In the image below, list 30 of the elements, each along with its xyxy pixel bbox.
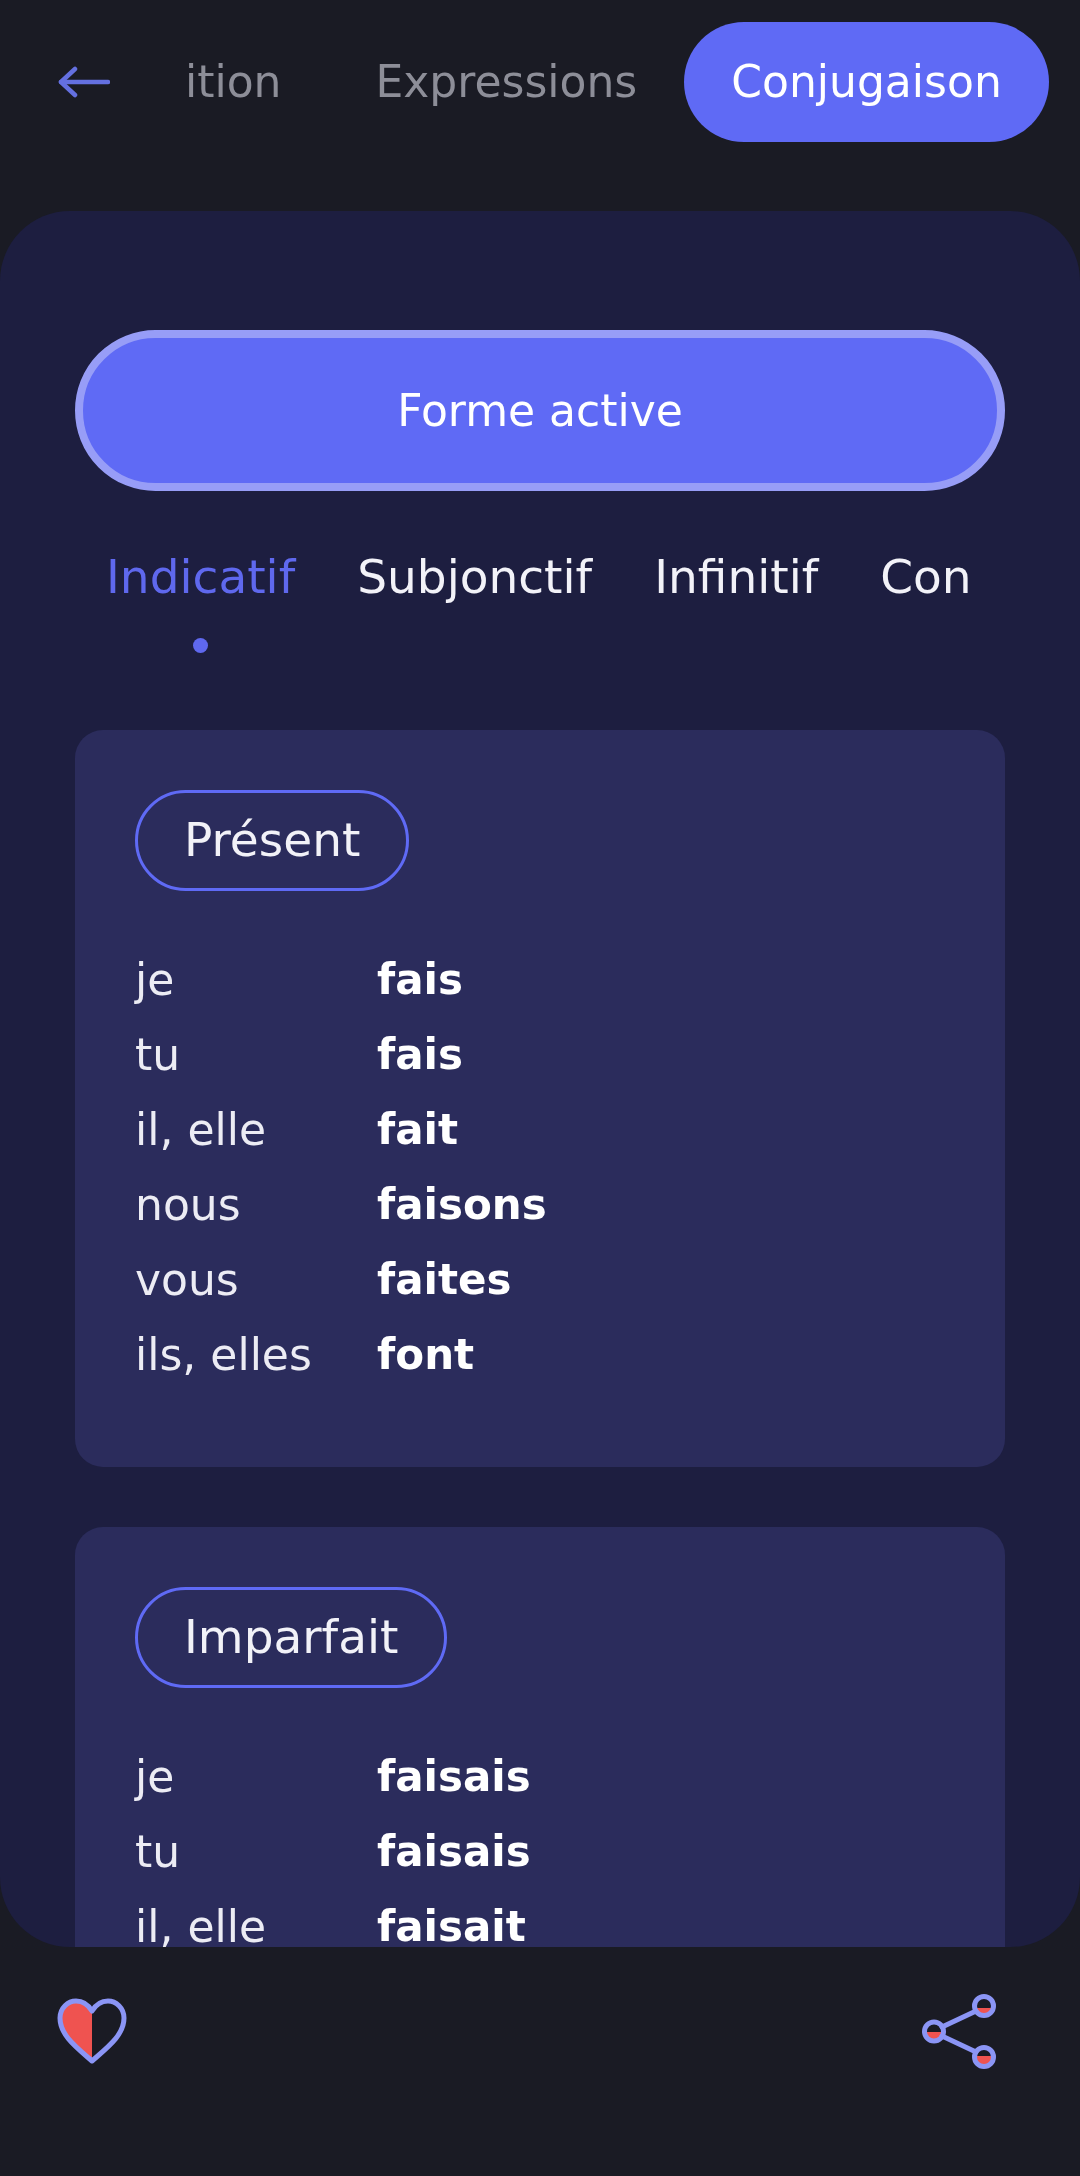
mood-tab[interactable]: Infinitif <box>623 549 850 605</box>
section-tab[interactable]: Conjugaison <box>684 22 1049 142</box>
pronoun-text: ils, elles <box>135 1330 312 1379</box>
mood-tab[interactable]: Indicatif <box>75 549 327 653</box>
verb-form-text: faisait <box>377 1902 526 1947</box>
pronoun-text: je <box>135 1752 175 1801</box>
verb-form-text: faites <box>377 1255 512 1304</box>
verb-form-text: font <box>377 1330 475 1379</box>
tense-heading: Imparfait <box>135 1587 448 1688</box>
share-icon <box>921 1992 997 2070</box>
verb-form-text: fais <box>377 955 463 1004</box>
verb-form-text: faisons <box>377 1180 547 1229</box>
pronoun-text: nous <box>135 1180 241 1229</box>
pronoun-text: tu <box>135 1030 181 1079</box>
mood-tab[interactable]: Con <box>849 549 1003 605</box>
heart-icon <box>56 1996 128 2066</box>
verb-form-text: faisais <box>377 1752 531 1801</box>
pronoun-text: il, elle <box>135 1902 266 1947</box>
pronoun-text: il, elle <box>135 1105 266 1154</box>
tense-heading: Présent <box>135 790 410 891</box>
voice-button[interactable]: Forme active <box>75 330 1005 491</box>
mood-tab[interactable]: Subjonctif <box>326 549 624 605</box>
section-tab[interactable]: ition <box>138 22 329 142</box>
verb-form-text: faisais <box>377 1827 531 1876</box>
verb-form-text: fais <box>377 1030 463 1079</box>
pronoun-text: vous <box>135 1255 239 1304</box>
section-tab[interactable]: Expressions <box>328 22 685 142</box>
pronoun-text: tu <box>135 1827 181 1876</box>
pronoun-text: je <box>135 955 175 1004</box>
verb-form-text: fait <box>377 1105 459 1154</box>
